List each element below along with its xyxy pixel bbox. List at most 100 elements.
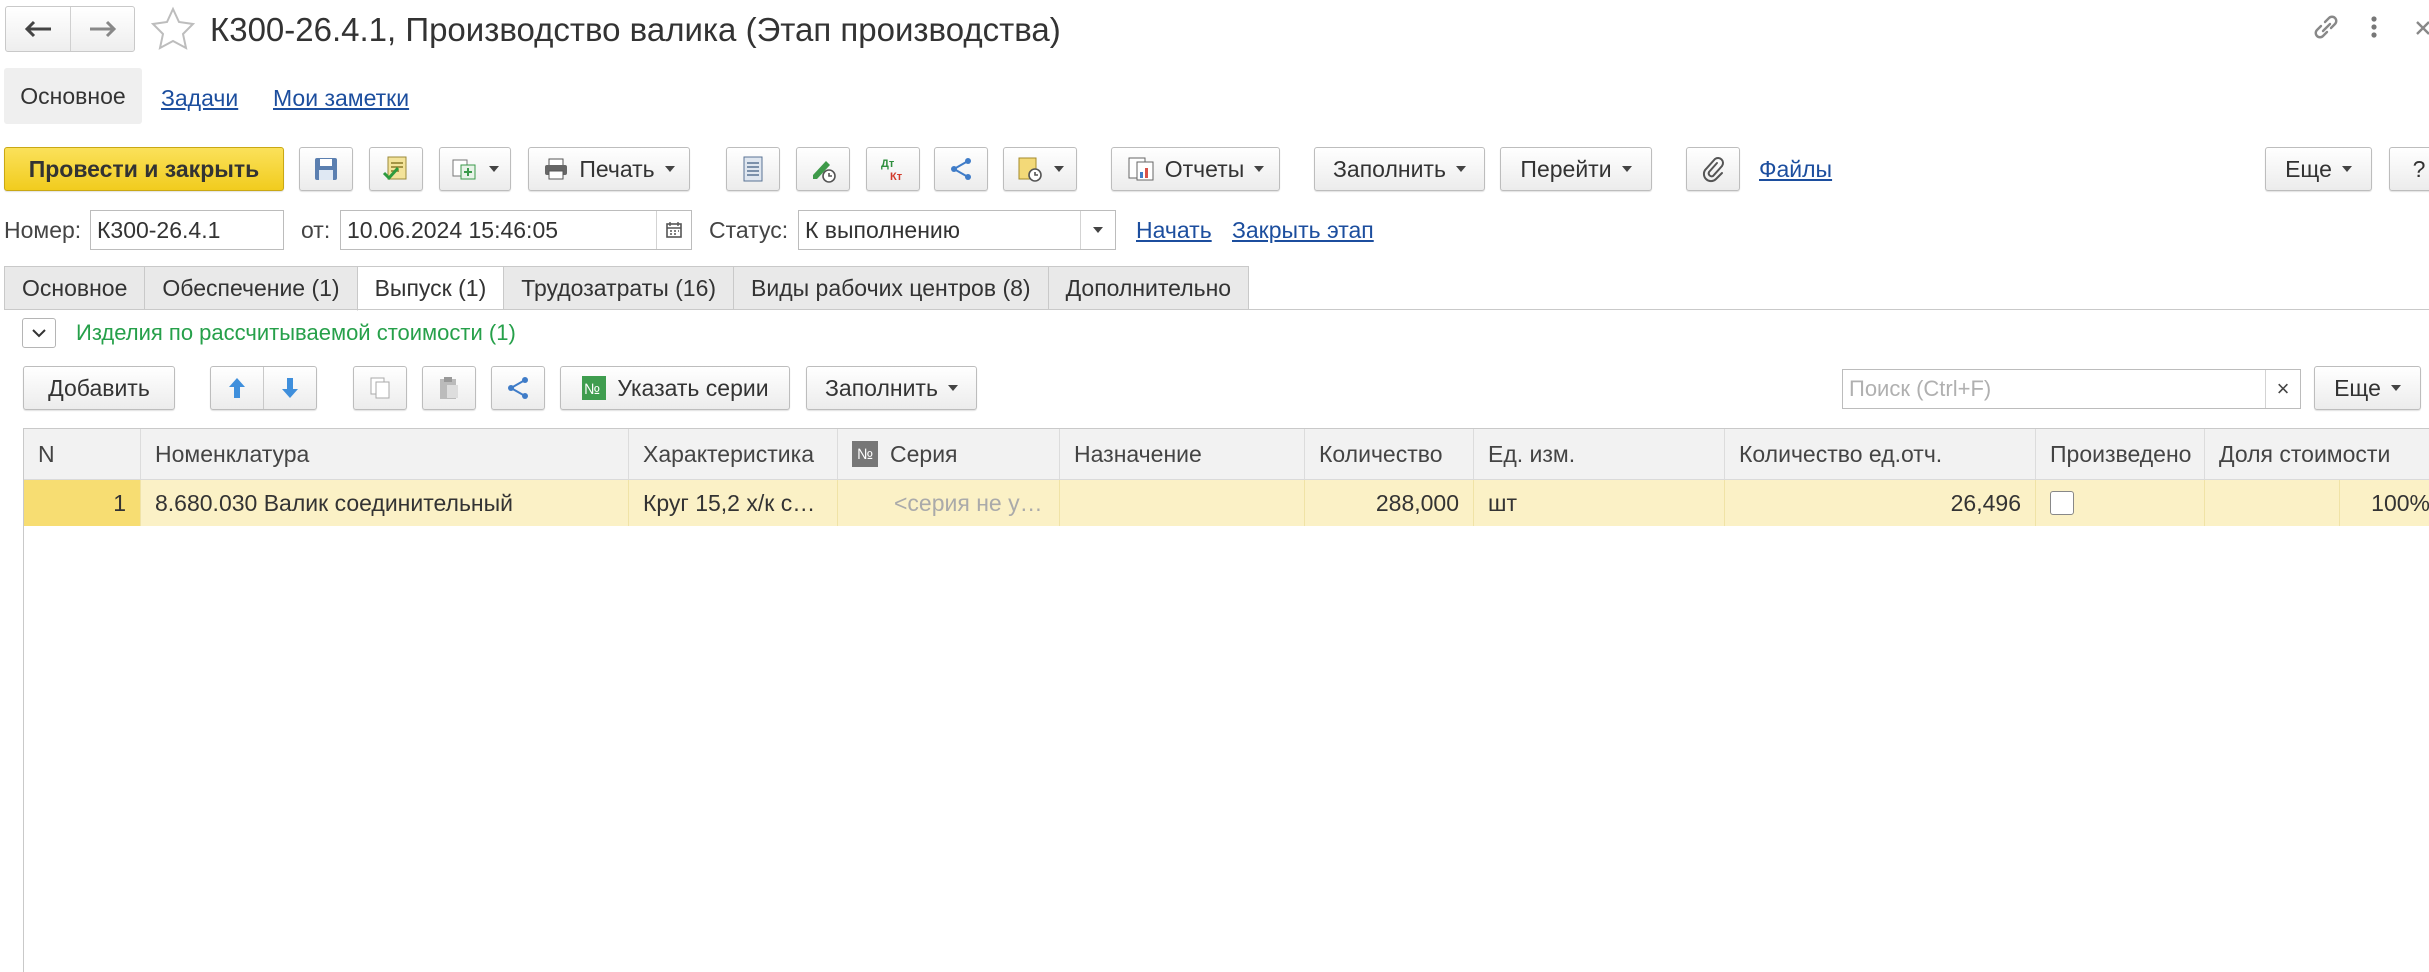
save-button[interactable] [299, 147, 353, 191]
post-document-icon [382, 156, 407, 181]
files-link[interactable]: Файлы [1759, 156, 1832, 183]
share-structure-icon [951, 158, 971, 180]
col-n[interactable]: N [24, 429, 141, 479]
help-button[interactable]: ? [2389, 147, 2429, 191]
series-number-tag: № [852, 441, 878, 467]
debit-credit-icon: ДтКт [881, 158, 903, 183]
cell-produced [2036, 480, 2205, 526]
date-field[interactable]: 10.06.2024 15:46:05 [340, 210, 692, 250]
back-button[interactable] [6, 7, 70, 51]
dropdown-arrow-icon [1621, 166, 1632, 172]
print-button[interactable]: Печать [528, 147, 690, 191]
calendar-button[interactable] [656, 211, 691, 249]
tab-provision[interactable]: Обеспечение (1) [144, 266, 357, 310]
goto-button[interactable]: Перейти [1500, 147, 1652, 191]
col-cost-share[interactable]: Доля стоимости [2205, 429, 2429, 479]
cell-blank [2205, 480, 2340, 526]
col-unit[interactable]: Ед. изм. [1474, 429, 1725, 479]
copy-row-button[interactable] [353, 366, 407, 410]
fill-button[interactable]: Заполнить [1314, 147, 1485, 191]
table-more-button[interactable]: Еще [2314, 366, 2421, 410]
window-title: К300-26.4.1, Производство валика (Этап п… [210, 11, 1061, 48]
group-collapse-button[interactable] [22, 318, 56, 348]
section-main[interactable]: Основное [4, 68, 142, 124]
arrow-left-icon [24, 20, 51, 38]
forward-button[interactable] [70, 7, 134, 51]
produced-checkbox[interactable] [2050, 491, 2074, 515]
set-series-button[interactable]: № Указать серии [560, 366, 790, 410]
print-label: Печать [579, 155, 655, 182]
close-stage-link[interactable]: Закрыть этап [1232, 217, 1374, 244]
section-tasks-link[interactable]: Задачи [161, 85, 238, 112]
col-quantity[interactable]: Количество [1305, 429, 1474, 479]
add-row-button[interactable]: Добавить [23, 366, 175, 410]
cell-quantity: 288,000 [1305, 480, 1474, 526]
number-label: Номер: [4, 217, 82, 243]
svg-text:№: № [584, 381, 600, 398]
status-value: К выполнению [805, 216, 960, 243]
attachments-button[interactable] [1686, 147, 1740, 191]
close-icon[interactable] [2413, 12, 2429, 47]
col-series[interactable]: № Серия [838, 429, 1060, 479]
col-item[interactable]: Номенклатура [141, 429, 629, 479]
create-based-icon [452, 159, 476, 180]
table-row[interactable]: 1 8.680.030 Валик соединительный Круг 15… [24, 480, 2429, 526]
dropdown-arrow-icon [1054, 166, 1064, 172]
structure-table-button[interactable] [491, 366, 545, 410]
search-input[interactable]: Поиск (Ctrl+F) × [1842, 369, 2301, 409]
cell-cost-share: 100% [2371, 489, 2429, 516]
debit-credit-button[interactable]: Дт Кт [866, 147, 920, 191]
more-actions-label: Еще [2285, 155, 2332, 182]
chevron-down-icon [32, 329, 46, 338]
link-icon[interactable] [2310, 12, 2342, 47]
more-actions-button[interactable]: Еще [2265, 147, 2372, 191]
tab-work-centers[interactable]: Виды рабочих центров (8) [733, 266, 1048, 310]
arrow-right-icon [89, 20, 116, 38]
number-value: К300-26.4.1 [97, 216, 221, 243]
col-characteristic[interactable]: Характеристика [629, 429, 838, 479]
post-button[interactable] [369, 147, 423, 191]
fill-table-button[interactable]: Заполнить [806, 366, 977, 410]
favorite-star-icon[interactable] [150, 6, 196, 55]
dropdown-arrow-icon [1455, 166, 1466, 172]
share-structure-icon [508, 377, 528, 399]
tab-output[interactable]: Выпуск (1) [356, 266, 504, 311]
edit-history-button[interactable] [796, 147, 850, 191]
tab-additional[interactable]: Дополнительно [1047, 266, 1250, 310]
tasks-button[interactable] [1003, 147, 1077, 191]
col-purpose[interactable]: Назначение [1060, 429, 1305, 479]
document-form: К300-26.4.1, Производство валика (Этап п… [0, 0, 2429, 972]
number-field[interactable]: К300-26.4.1 [90, 210, 284, 250]
reports-icon [1128, 157, 1154, 181]
dropdown-arrow-icon [2390, 385, 2401, 391]
more-vert-icon[interactable] [2368, 12, 2380, 47]
section-notes-link[interactable]: Мои заметки [273, 85, 409, 112]
add-row-label: Добавить [48, 374, 150, 401]
dropdown-arrow-icon [1093, 227, 1103, 233]
cell-purpose [1060, 480, 1305, 526]
structure-button[interactable] [934, 147, 988, 191]
reports-button[interactable]: Отчеты [1111, 147, 1280, 191]
status-dropdown-button[interactable] [1080, 211, 1115, 249]
date-value: 10.06.2024 15:46:05 [347, 216, 559, 243]
tab-main[interactable]: Основное [4, 266, 145, 310]
search-clear-button[interactable]: × [2265, 370, 2300, 408]
cell-series: <серия не у… [838, 480, 1060, 526]
paste-row-button[interactable] [422, 366, 476, 410]
document-list-button[interactable] [726, 147, 780, 191]
move-down-button[interactable] [264, 367, 316, 409]
status-select[interactable]: К выполнению [798, 210, 1116, 250]
post-and-close-button[interactable]: Провести и закрыть [4, 147, 284, 191]
save-icon [315, 158, 337, 180]
tab-labor[interactable]: Трудозатраты (16) [503, 266, 734, 310]
arrow-down-icon [282, 378, 298, 398]
col-produced[interactable]: Произведено [2036, 429, 2205, 479]
create-based-on-button[interactable] [439, 147, 511, 191]
copy-icon [370, 377, 390, 399]
set-series-label: Указать серии [617, 374, 769, 401]
move-up-button[interactable] [211, 367, 264, 409]
col-report-qty[interactable]: Количество ед.отч. [1725, 429, 2036, 479]
cell-unit: шт [1474, 480, 1725, 526]
start-link[interactable]: Начать [1136, 217, 1212, 244]
navigation-buttons [5, 6, 135, 52]
